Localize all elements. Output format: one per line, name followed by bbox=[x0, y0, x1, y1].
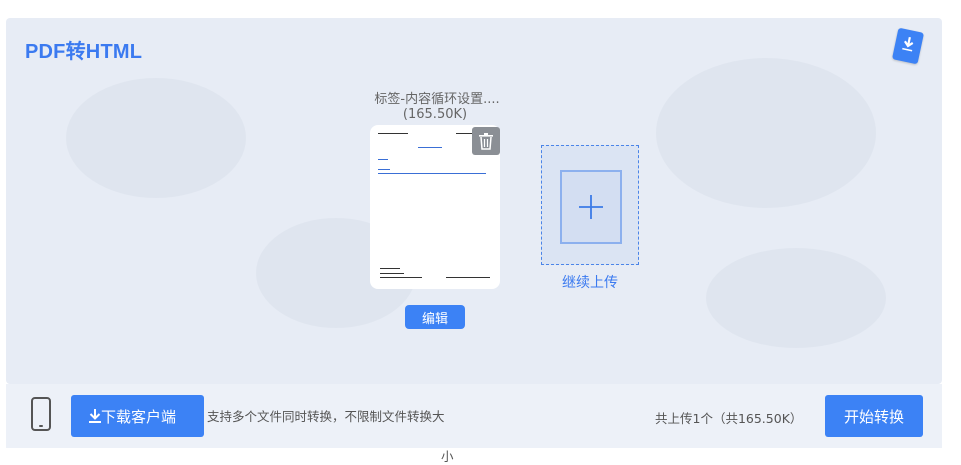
delete-file-button[interactable] bbox=[472, 127, 500, 155]
continue-upload-label[interactable]: 继续上传 bbox=[541, 272, 639, 292]
edit-button[interactable]: 编辑 bbox=[405, 305, 465, 329]
start-convert-button[interactable]: 开始转换 bbox=[825, 395, 923, 437]
download-arrow-icon bbox=[89, 409, 101, 423]
thumb-heading-line bbox=[418, 147, 442, 148]
thumb-text-line bbox=[380, 277, 422, 278]
download-badge-icon[interactable] bbox=[891, 27, 925, 65]
page-title: PDF转HTML bbox=[25, 41, 143, 63]
trash-icon bbox=[479, 133, 493, 150]
thumb-text-line bbox=[446, 277, 490, 278]
thumb-text-line bbox=[380, 268, 400, 269]
upload-total: 共上传1个（共165.50K） bbox=[655, 411, 803, 426]
background-texture bbox=[706, 248, 886, 348]
upload-panel: PDF转HTML 标签-内容循环设置.... (165.50K) 编辑 继续上传 bbox=[6, 18, 942, 384]
plus-icon bbox=[579, 195, 603, 219]
add-file-dropzone[interactable] bbox=[541, 145, 639, 265]
add-file-frame[interactable] bbox=[560, 170, 622, 244]
thumb-text-line bbox=[378, 173, 486, 174]
thumb-text-line bbox=[378, 169, 390, 170]
thumb-text-line bbox=[380, 273, 404, 274]
background-texture bbox=[656, 58, 876, 208]
download-client-label: 下载客户端 bbox=[101, 407, 177, 426]
background-texture bbox=[66, 78, 246, 198]
thumb-text-line bbox=[378, 133, 408, 134]
support-text-overflow: 小 bbox=[441, 449, 454, 464]
thumb-text-line bbox=[378, 159, 388, 160]
file-name: 标签-内容循环设置.... bbox=[374, 92, 500, 107]
support-text: 支持多个文件同时转换，不限制文件转换大 bbox=[207, 409, 445, 424]
footer-bar: 下载客户端 支持多个文件同时转换，不限制文件转换大 共上传1个（共165.50K… bbox=[6, 384, 942, 448]
download-client-button[interactable]: 下载客户端 bbox=[71, 395, 204, 437]
phone-icon[interactable] bbox=[31, 397, 51, 431]
file-size: (165.50K) bbox=[402, 107, 468, 122]
